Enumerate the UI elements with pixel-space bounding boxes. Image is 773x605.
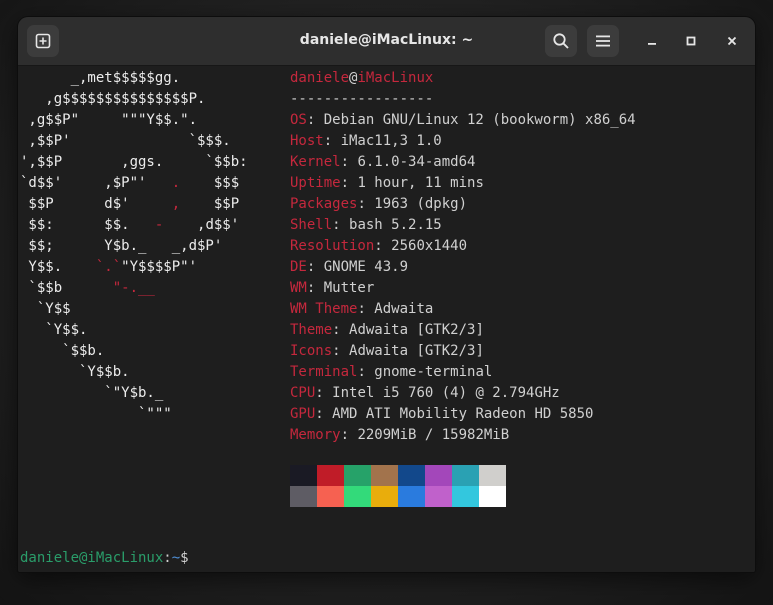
terminal-output[interactable]: _,met$$$$$gg. ,g$$$$$$$$$$$$$$$P. ,g$$P"… — [18, 66, 755, 572]
logo-line: _,met$$$$$gg. — [20, 70, 181, 86]
info-row-cpu: CPU: Intel i5 760 (4) @ 2.794GHz — [290, 385, 560, 401]
logo-line: `Y$$b. — [20, 364, 130, 380]
color-swatch — [452, 486, 479, 507]
color-swatch — [290, 465, 317, 486]
color-swatch — [425, 465, 452, 486]
minimize-button[interactable] — [640, 29, 664, 53]
color-swatch — [290, 486, 317, 507]
logo-line: $$: $$. - ,d$$' — [20, 217, 240, 233]
logo-line: `""" — [20, 406, 172, 422]
color-swatch — [344, 486, 371, 507]
color-swatch — [479, 486, 506, 507]
color-swatch — [425, 486, 452, 507]
info-row-resolution: Resolution: 2560x1440 — [290, 238, 468, 254]
shell-prompt[interactable]: daniele@iMacLinux:~$ — [20, 550, 197, 567]
color-swatch — [371, 465, 398, 486]
color-swatch — [371, 486, 398, 507]
maximize-button[interactable] — [679, 29, 703, 53]
info-row-packages: Packages: 1963 (dpkg) — [290, 196, 468, 212]
logo-line: `$$b "-.__ — [20, 280, 155, 296]
logo-line: `Y$$. — [20, 322, 88, 338]
logo-line: ,g$$P" """Y$$.". — [20, 112, 198, 128]
info-row-host: Host: iMac11,3 1.0 — [290, 133, 442, 149]
title-bar: daniele@iMacLinux: ~ — [18, 17, 755, 66]
color-swatch — [398, 486, 425, 507]
logo-line: `"Y$b._ — [20, 385, 164, 401]
info-row-de: DE: GNOME 43.9 — [290, 259, 409, 275]
info-row-theme: Theme: Adwaita [GTK2/3] — [290, 322, 484, 338]
color-swatch — [398, 465, 425, 486]
logo-line: ',$$P ,ggs. `$$b: — [20, 154, 248, 170]
logo-line: `Y$$ — [20, 301, 71, 317]
search-icon — [553, 33, 569, 49]
logo-line: $$P d$' , $$P — [20, 196, 240, 212]
logo-line: ,g$$$$$$$$$$$$$$$P. — [20, 91, 206, 107]
logo-line: `$$b. — [20, 343, 105, 359]
color-swatch — [452, 465, 479, 486]
info-row-gpu: GPU: AMD ATI Mobility Radeon HD 5850 — [290, 406, 594, 422]
minimize-icon — [648, 43, 656, 45]
info-row-uptime: Uptime: 1 hour, 11 mins — [290, 175, 484, 191]
info-row-os: OS: Debian GNU/Linux 12 (bookworm) x86_6… — [290, 112, 636, 128]
color-swatch — [479, 465, 506, 486]
color-swatch — [317, 486, 344, 507]
logo-line: ,$$P' `$$$. — [20, 133, 231, 149]
color-swatch — [344, 465, 371, 486]
terminal-window: daniele@iMacLinux: ~ _,met$$$$$gg. ,g$$$… — [18, 17, 755, 572]
hamburger-menu-icon — [596, 35, 610, 47]
color-swatch — [317, 465, 344, 486]
close-button[interactable] — [720, 29, 744, 53]
logo-line: `d$$' ,$P"' . $$$ — [20, 175, 240, 191]
info-row-shell: Shell: bash 5.2.15 — [290, 217, 442, 233]
info-row-terminal: Terminal: gnome-terminal — [290, 364, 493, 380]
logo-line: $$; Y$b._ _,d$P' — [20, 238, 223, 254]
user-host-heading: daniele@iMacLinux — [290, 70, 434, 86]
menu-button[interactable] — [587, 25, 619, 57]
maximize-icon — [686, 36, 696, 46]
info-row-kernel: Kernel: 6.1.0-34-amd64 — [290, 154, 476, 170]
info-row-icons: Icons: Adwaita [GTK2/3] — [290, 343, 484, 359]
logo-line: Y$$. `.`"Y$$$$P"' — [20, 259, 198, 275]
search-button[interactable] — [545, 25, 577, 57]
divider: ----------------- — [290, 91, 434, 107]
info-row-memory: Memory: 2209MiB / 15982MiB — [290, 427, 510, 443]
info-row-wm: WM: Mutter — [290, 280, 375, 296]
info-row-wm-theme: WM Theme: Adwaita — [290, 301, 434, 317]
close-icon — [727, 36, 737, 46]
